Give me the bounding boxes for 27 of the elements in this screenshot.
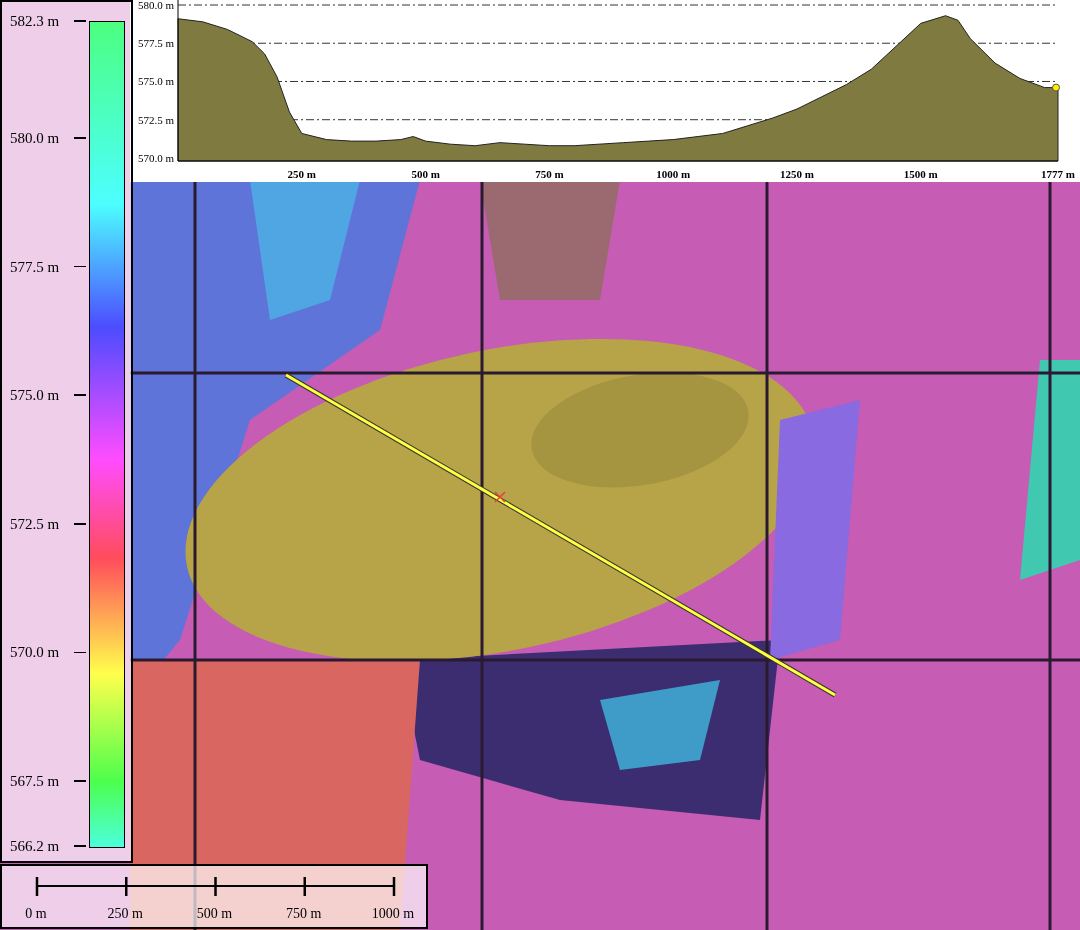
y-tick-label: 580.0 m <box>137 0 174 11</box>
y-tick-label: 572.5 m <box>137 113 174 126</box>
x-tick-label: 250 m <box>287 168 316 180</box>
end-point-icon <box>1052 83 1060 92</box>
y-tick-label: 577.5 m <box>137 37 174 50</box>
legend-label: 572.5 m <box>10 514 61 533</box>
scale-label: 1000 m <box>371 906 415 922</box>
x-tick-label: 1500 m <box>903 168 938 180</box>
x-tick-label: 750 m <box>535 168 564 180</box>
legend-label: 580.0 m <box>10 129 61 147</box>
x-tick-label: 1777 m <box>1041 168 1075 180</box>
legend-label: 566.2 m <box>10 837 61 855</box>
legend-label: 575.0 m <box>10 386 61 405</box>
legend-label: 567.5 m <box>10 772 61 790</box>
x-tick-label: 500 m <box>411 168 440 180</box>
legend-label: 577.5 m <box>10 257 61 276</box>
legend-label: 582.3 m <box>10 12 61 30</box>
cross-marker-icon <box>493 490 507 504</box>
legend-label: 570.0 m <box>10 643 61 662</box>
scale-label: 0 m <box>25 906 47 922</box>
scale-label: 250 m <box>107 906 143 922</box>
scale-label: 750 m <box>286 906 322 922</box>
x-tick-label: 1000 m <box>656 168 691 180</box>
scale-label: 500 m <box>196 906 233 922</box>
x-tick-label: 1250 m <box>780 168 814 180</box>
y-tick-label: 570.0 m <box>137 151 174 164</box>
y-tick-label: 575.0 m <box>137 75 174 88</box>
